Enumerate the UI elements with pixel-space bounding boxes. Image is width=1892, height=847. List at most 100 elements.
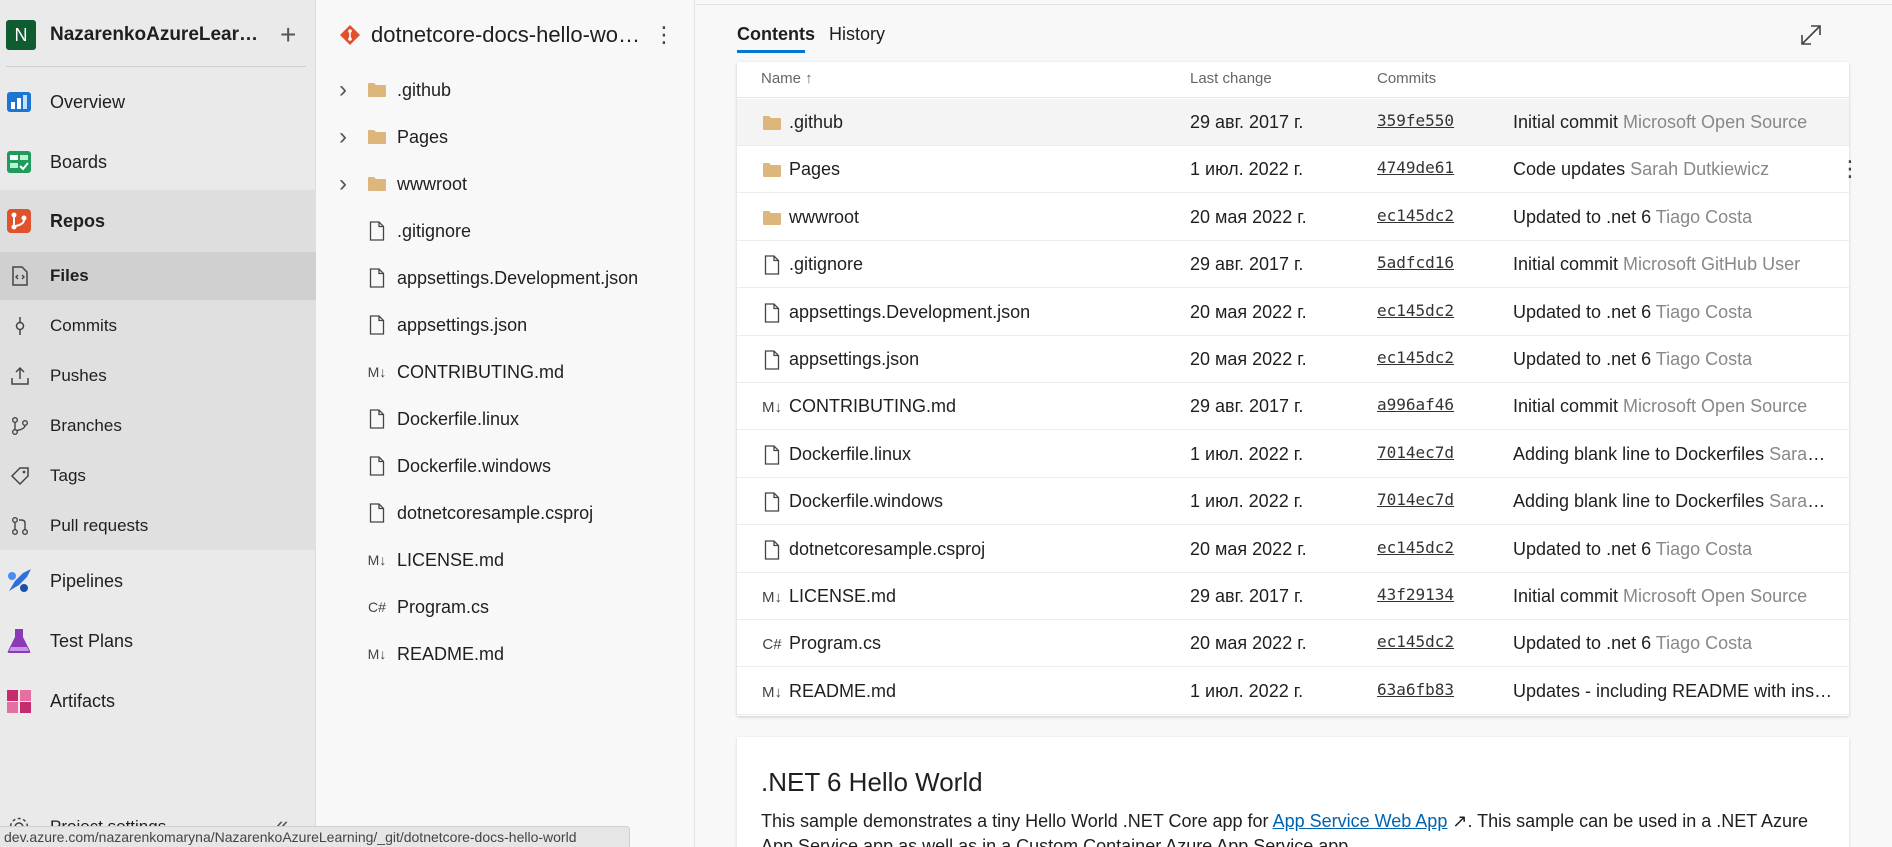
- commit-hash-link[interactable]: ec145dc2: [1377, 632, 1454, 651]
- commit-hash-link[interactable]: 4749de61: [1377, 158, 1454, 177]
- nav-overview[interactable]: Overview: [0, 84, 316, 120]
- table-row[interactable]: C# Program.cs 20 мая 2022 г. ec145dc2 Update…: [737, 620, 1849, 667]
- nav-label: Pipelines: [50, 570, 124, 591]
- file-name-link[interactable]: wwwroot: [789, 207, 859, 228]
- commit-hash-link[interactable]: 43f29134: [1377, 585, 1454, 604]
- table-row[interactable]: appsettings.Development.json 20 мая 2022 …: [737, 289, 1849, 336]
- nav-pushes[interactable]: Pushes: [0, 356, 316, 396]
- table-row[interactable]: M↓ CONTRIBUTING.md 29 авг. 2017 г. a996af46…: [737, 383, 1849, 430]
- nav-pipelines[interactable]: Pipelines: [0, 563, 316, 599]
- table-row[interactable]: .github 29 авг. 2017 г. 359fe550 Initial co…: [737, 99, 1849, 146]
- file-name-link[interactable]: LICENSE.md: [789, 586, 896, 607]
- nav-label: Artifacts: [50, 690, 116, 711]
- commit-message: Adding blank line to Dockerfiles Sarah D…: [1513, 491, 1833, 512]
- nav-branches[interactable]: Branches: [0, 406, 316, 446]
- file-name-link[interactable]: appsettings.Development.json: [789, 302, 1030, 323]
- commit-message: Initial commit Microsoft Open Source: [1513, 586, 1833, 607]
- org-name[interactable]: NazarenkoAzureLearning: [50, 24, 262, 46]
- table-row[interactable]: wwwroot 20 мая 2022 г. ec145dc2 Updated to …: [737, 194, 1849, 241]
- commit-hash-link[interactable]: 7014ec7d: [1377, 443, 1454, 462]
- column-last-change-header: Last change: [1190, 70, 1272, 87]
- org-header[interactable]: N NazarenkoAzureLearning +: [6, 19, 310, 51]
- file-icon: [761, 349, 783, 371]
- pipelines-icon: [4, 566, 34, 596]
- tree-item[interactable]: dotnetcoresample.csproj: [317, 493, 693, 533]
- nav-label: Commits: [50, 316, 118, 335]
- file-name-link[interactable]: .github: [789, 112, 843, 133]
- commit-hash-link[interactable]: ec145dc2: [1377, 348, 1454, 367]
- tree-item[interactable]: .gitignore: [317, 211, 693, 251]
- commit-hash-link[interactable]: 5adfcd16: [1377, 253, 1454, 272]
- tree-item-label: README.md: [397, 643, 505, 664]
- last-change-date: 20 мая 2022 г.: [1190, 539, 1307, 559]
- more-options-icon[interactable]: ⋮: [1839, 156, 1861, 182]
- divider: [6, 66, 306, 67]
- nav-tags[interactable]: Tags: [0, 456, 316, 496]
- file-name-link[interactable]: Pages: [789, 159, 840, 180]
- tab-history[interactable]: History: [829, 24, 885, 45]
- file-name-link[interactable]: Program.cs: [789, 633, 881, 654]
- file-name-link[interactable]: Dockerfile.linux: [789, 444, 911, 465]
- readme-title: .NET 6 Hello World: [761, 767, 983, 797]
- tree-item-label: .github: [397, 79, 452, 100]
- git-repo-icon: [340, 25, 360, 45]
- commit-hash-link[interactable]: ec145dc2: [1377, 538, 1454, 557]
- commit-hash-link[interactable]: a996af46: [1377, 395, 1454, 414]
- folder-icon: [761, 207, 783, 229]
- table-row[interactable]: .gitignore 29 авг. 2017 г. 5adfcd16 Initial…: [737, 241, 1849, 288]
- file-name-link[interactable]: .gitignore: [789, 254, 863, 275]
- file-name-link[interactable]: README.md: [789, 681, 896, 702]
- tree-item[interactable]: appsettings.Development.json: [317, 258, 693, 298]
- tree-item[interactable]: Dockerfile.linux: [317, 399, 693, 439]
- tree-item[interactable]: › wwwroot: [317, 164, 693, 204]
- expand-icon[interactable]: [1798, 22, 1824, 48]
- tree-item[interactable]: › .github: [317, 70, 693, 110]
- commit-hash-link[interactable]: ec145dc2: [1377, 206, 1454, 225]
- file-name-link[interactable]: CONTRIBUTING.md: [789, 396, 956, 417]
- nav-repos[interactable]: Repos: [0, 190, 316, 252]
- tree-item[interactable]: appsettings.json: [317, 305, 693, 345]
- table-row[interactable]: M↓ LICENSE.md 29 авг. 2017 г. 43f29134 Initi…: [737, 573, 1849, 620]
- commit-message-text: Adding blank line to Dockerfiles: [1513, 491, 1765, 511]
- commit-hash-link[interactable]: 359fe550: [1377, 111, 1454, 130]
- nav-files[interactable]: Files: [0, 252, 316, 300]
- chevron-right-icon[interactable]: ›: [339, 123, 353, 151]
- commit-hash-link[interactable]: 63a6fb83: [1377, 680, 1454, 699]
- column-name-header[interactable]: Name ↑: [761, 70, 813, 87]
- plus-icon[interactable]: +: [280, 21, 296, 49]
- nav-test-plans[interactable]: Test Plans: [0, 623, 316, 659]
- nav-label: Tags: [50, 466, 86, 485]
- table-row[interactable]: Dockerfile.windows 1 июл. 2022 г. 7014ec7d…: [737, 478, 1849, 525]
- column-commits-header: Commits: [1377, 70, 1437, 87]
- table-row[interactable]: dotnetcoresample.csproj 20 мая 2022 г. ec1…: [737, 526, 1849, 573]
- tree-item[interactable]: › Pages: [317, 117, 693, 157]
- tree-item[interactable]: M↓ CONTRIBUTING.md: [317, 352, 693, 392]
- readme-link[interactable]: App Service Web App: [1273, 811, 1448, 831]
- chevron-right-icon[interactable]: ›: [339, 76, 353, 104]
- repo-header[interactable]: dotnetcore-docs-hello-world ⋮: [339, 22, 689, 48]
- table-row[interactable]: Pages 1 июл. 2022 г. 4749de61 Code updates …: [737, 146, 1861, 193]
- file-name-link[interactable]: Dockerfile.windows: [789, 491, 943, 512]
- more-options-icon[interactable]: ⋮: [653, 22, 675, 48]
- commit-hash-link[interactable]: ec145dc2: [1377, 301, 1454, 320]
- file-name-link[interactable]: appsettings.json: [789, 349, 919, 370]
- commit-hash-link[interactable]: 7014ec7d: [1377, 490, 1454, 509]
- nav-commits[interactable]: Commits: [0, 306, 316, 346]
- file-name-link[interactable]: dotnetcoresample.csproj: [789, 539, 985, 560]
- nav-artifacts[interactable]: Artifacts: [0, 683, 316, 719]
- repo-name[interactable]: dotnetcore-docs-hello-world: [371, 22, 641, 48]
- nav-boards[interactable]: Boards: [0, 144, 316, 180]
- tree-item[interactable]: Dockerfile.windows: [317, 446, 693, 486]
- tree-item[interactable]: C# Program.cs: [317, 587, 693, 627]
- table-row[interactable]: M↓ README.md 1 июл. 2022 г. 63a6fb83 Updates…: [737, 668, 1849, 715]
- table-row[interactable]: appsettings.json 20 мая 2022 г. ec145dc2 Up…: [737, 336, 1849, 383]
- commit-author: Tiago Costa: [1655, 207, 1753, 227]
- table-row[interactable]: Dockerfile.linux 1 июл. 2022 г. 7014ec7d Ad…: [737, 431, 1849, 478]
- tree-item-label: .gitignore: [397, 220, 472, 241]
- tab-contents[interactable]: Contents: [737, 24, 815, 45]
- chevron-right-icon[interactable]: ›: [339, 170, 353, 198]
- tree-item[interactable]: M↓ README.md: [317, 634, 693, 674]
- tree-item[interactable]: M↓ LICENSE.md: [317, 540, 693, 580]
- commit-message-text: Code updates: [1513, 159, 1626, 179]
- nav-pull-requests[interactable]: Pull requests: [0, 506, 316, 546]
